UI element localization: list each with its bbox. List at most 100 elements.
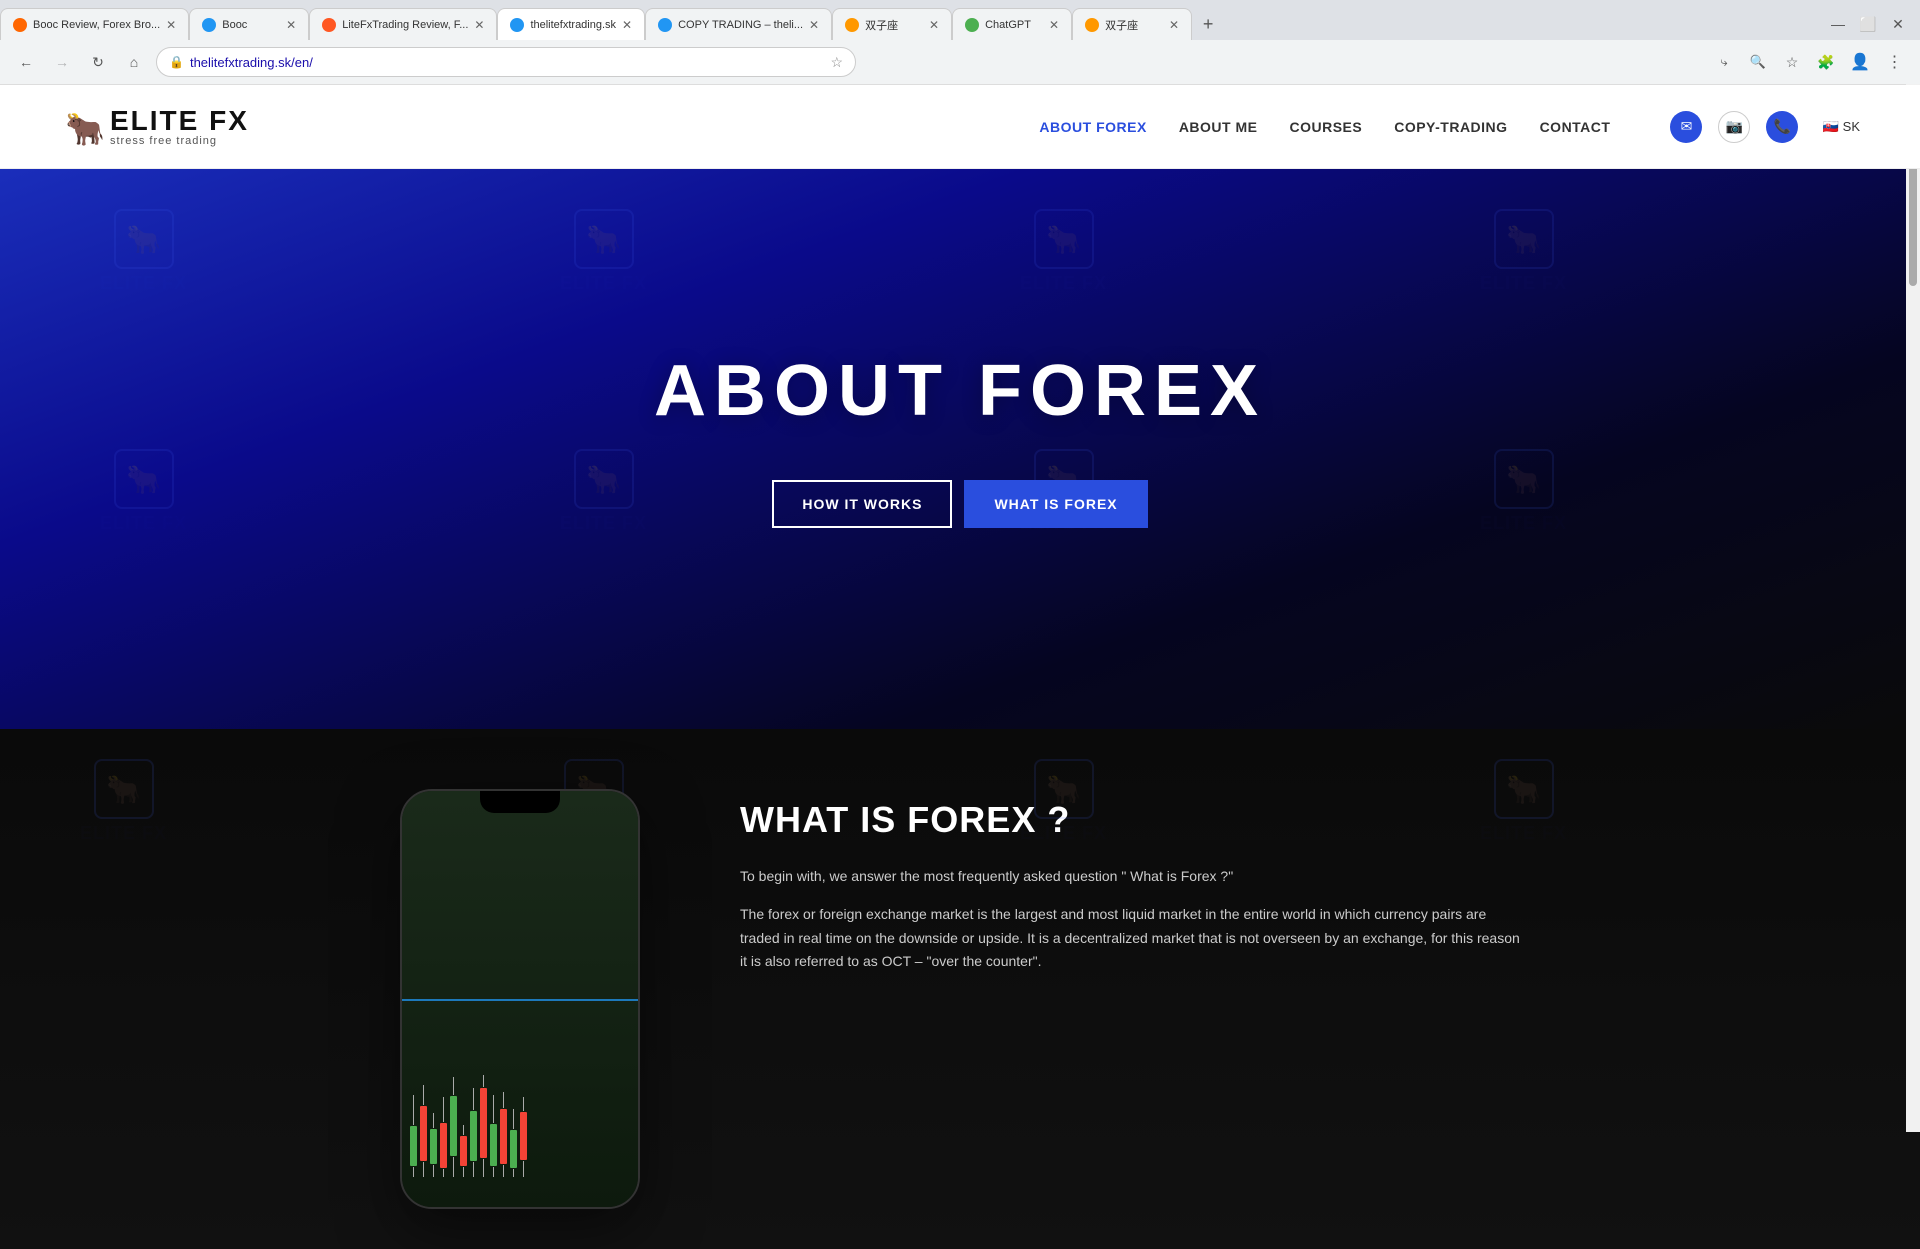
- zoom-icon[interactable]: 🔍: [1744, 48, 1772, 76]
- candle-11: [510, 1109, 517, 1177]
- logo-text: ELITE FX stress free trading: [110, 107, 249, 147]
- refresh-button[interactable]: ↻: [84, 48, 112, 76]
- watermark-6: 🐂 ELITE FX: [560, 449, 647, 534]
- hero-section: 🐂 ELITE FX 🐂 ELITE FX 🐂 ELITE FX 🐂 ELITE…: [0, 169, 1920, 729]
- email-icon-button[interactable]: ✉: [1670, 111, 1702, 143]
- browser-tab-1[interactable]: Booc Review, Forex Bro... ✕: [0, 8, 189, 40]
- content-inner: WHAT IS FOREX ? To begin with, we answer…: [360, 789, 1560, 1209]
- watermark-2: 🐂 ELITE FX: [560, 209, 647, 294]
- section-paragraph-2: The forex or foreign exchange market is …: [740, 903, 1520, 974]
- language-selector[interactable]: 🇸🇰 SK: [1822, 119, 1860, 135]
- tab-favicon-1: [13, 18, 27, 32]
- wick: [413, 1167, 414, 1177]
- text-content: WHAT IS FOREX ? To begin with, we answer…: [740, 789, 1520, 988]
- phone-screen: [402, 791, 638, 1207]
- tab-label-4: thelitefxtrading.sk: [530, 19, 616, 31]
- minimize-button[interactable]: —: [1824, 10, 1852, 38]
- wick: [413, 1095, 414, 1125]
- url-bar[interactable]: 🔒 thelitefxtrading.sk/en/ ☆: [156, 47, 856, 77]
- tab-label-6: 双子座: [865, 17, 923, 33]
- forward-button[interactable]: →: [48, 48, 76, 76]
- site-header: 🐂 ELITE FX stress free trading ABOUT FOR…: [0, 85, 1920, 169]
- watermark-grid: 🐂 ELITE FX 🐂 ELITE FX 🐂 ELITE FX 🐂 ELITE…: [0, 169, 1920, 729]
- candle-6: [460, 1125, 467, 1177]
- tab-favicon-7: [965, 18, 979, 32]
- close-window-button[interactable]: ✕: [1884, 10, 1912, 38]
- watermark-5: 🐂 ELITE FX: [100, 449, 187, 534]
- tab-favicon-2: [202, 18, 216, 32]
- profile-icon[interactable]: 👤: [1846, 48, 1874, 76]
- browser-tab-4[interactable]: thelitefxtrading.sk ✕: [497, 8, 645, 40]
- instagram-icon-button[interactable]: 📷: [1718, 111, 1750, 143]
- main-navigation: ABOUT FOREX ABOUT ME COURSES COPY-TRADIN…: [1039, 119, 1610, 135]
- browser-tab-6[interactable]: 双子座 ✕: [832, 8, 952, 40]
- back-button[interactable]: ←: [12, 48, 40, 76]
- candle-12: [520, 1097, 527, 1177]
- site-logo[interactable]: 🐂 ELITE FX stress free trading: [60, 102, 249, 152]
- tab-close-3[interactable]: ✕: [474, 18, 484, 32]
- tab-label-8: 双子座: [1105, 17, 1163, 33]
- tab-close-2[interactable]: ✕: [286, 18, 296, 32]
- tab-label-7: ChatGPT: [985, 19, 1043, 31]
- browser-tab-8[interactable]: 双子座 ✕: [1072, 8, 1192, 40]
- tab-label-3: LiteFxTrading Review, F...: [342, 19, 468, 31]
- nav-courses[interactable]: COURSES: [1289, 119, 1362, 135]
- watermark-3: 🐂 ELITE FX: [1020, 209, 1107, 294]
- nav-contact[interactable]: CONTACT: [1540, 119, 1611, 135]
- nav-copy-trading[interactable]: COPY-TRADING: [1394, 119, 1507, 135]
- tab-favicon-5: [658, 18, 672, 32]
- star-icon[interactable]: ☆: [830, 54, 843, 71]
- watermark-1: 🐂 ELITE FX: [100, 209, 187, 294]
- tab-close-5[interactable]: ✕: [809, 18, 819, 32]
- candle-3: [430, 1113, 437, 1177]
- scrollbar[interactable]: [1906, 84, 1920, 1132]
- candle-2: [420, 1085, 427, 1177]
- content-watermark-1: 🐂 ELITE FX: [80, 759, 167, 844]
- watermark-4: 🐂 ELITE FX: [1480, 209, 1567, 294]
- tab-close-4[interactable]: ✕: [622, 18, 632, 32]
- how-it-works-button[interactable]: HOW IT WORKS: [772, 480, 952, 528]
- section-paragraph-1: To begin with, we answer the most freque…: [740, 865, 1520, 889]
- nav-about-forex[interactable]: ABOUT FOREX: [1039, 119, 1146, 135]
- hero-buttons: HOW IT WORKS WHAT IS FOREX: [772, 480, 1147, 528]
- what-is-forex-button[interactable]: WHAT IS FOREX: [964, 480, 1147, 528]
- maximize-button[interactable]: ⬜: [1854, 10, 1882, 38]
- candle-9: [490, 1095, 497, 1177]
- menu-icon[interactable]: ⋮: [1880, 48, 1908, 76]
- new-tab-button[interactable]: +: [1192, 8, 1224, 40]
- translate-icon[interactable]: ⤷: [1710, 48, 1738, 76]
- tab-close-8[interactable]: ✕: [1169, 18, 1179, 32]
- browser-tab-7[interactable]: ChatGPT ✕: [952, 8, 1072, 40]
- site-wrapper: 🐂 ELITE FX stress free trading ABOUT FOR…: [0, 85, 1920, 1249]
- nav-about-me[interactable]: ABOUT ME: [1179, 119, 1258, 135]
- browser-tab-2[interactable]: Booc ✕: [189, 8, 309, 40]
- browser-tab-5[interactable]: COPY TRADING – theli... ✕: [645, 8, 832, 40]
- phone-icon-button[interactable]: 📞: [1766, 111, 1798, 143]
- svg-text:🐂: 🐂: [65, 111, 105, 147]
- tab-label-1: Booc Review, Forex Bro...: [33, 19, 160, 31]
- content-section: 🐂 ELITE FX 🐂 ELITE FX 🐂 ELITE FX 🐂 ELITE…: [0, 729, 1920, 1249]
- candle-10: [500, 1092, 507, 1177]
- candle-8: [480, 1075, 487, 1177]
- section-title: WHAT IS FOREX ?: [740, 799, 1520, 841]
- tab-close-7[interactable]: ✕: [1049, 18, 1059, 32]
- tab-favicon-3: [322, 18, 336, 32]
- chart-line: [402, 999, 638, 1001]
- browser-chrome: Booc Review, Forex Bro... ✕ Booc ✕ LiteF…: [0, 0, 1920, 85]
- tab-favicon-4: [510, 18, 524, 32]
- logo-title: ELITE FX: [110, 107, 249, 135]
- extensions-icon[interactable]: 🧩: [1812, 48, 1840, 76]
- candle-7: [470, 1088, 477, 1177]
- language-code: SK: [1843, 119, 1860, 134]
- tab-close-6[interactable]: ✕: [929, 18, 939, 32]
- home-button[interactable]: ⌂: [120, 48, 148, 76]
- browser-tab-3[interactable]: LiteFxTrading Review, F... ✕: [309, 8, 497, 40]
- phone-mockup: [400, 789, 660, 1209]
- tab-close-1[interactable]: ✕: [166, 18, 176, 32]
- tab-favicon-6: [845, 18, 859, 32]
- bookmark-icon[interactable]: ☆: [1778, 48, 1806, 76]
- body: [410, 1126, 417, 1166]
- phone-notch: [480, 791, 560, 813]
- phone-body: [400, 789, 640, 1209]
- candle-1: [410, 1095, 417, 1177]
